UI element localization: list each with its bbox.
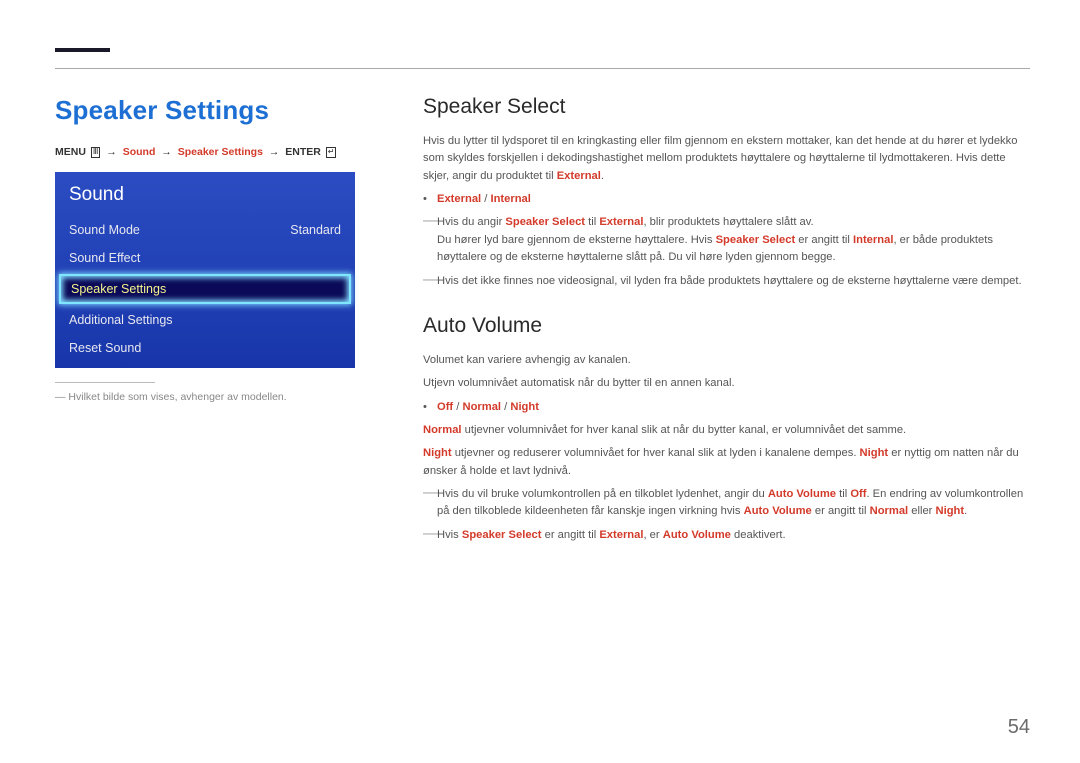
highlight: Night — [860, 447, 889, 459]
highlight: Off — [850, 488, 866, 500]
text: Hvis du angir — [437, 216, 505, 228]
text: utjevner volumnivået for hver kanal slik… — [462, 424, 907, 436]
osd-item-additional-settings[interactable]: Additional Settings — [55, 306, 355, 334]
text: er angitt til — [541, 529, 599, 541]
breadcrumb-speaker-settings: Speaker Settings — [178, 146, 263, 158]
option-normal: Normal — [462, 401, 501, 413]
highlight: Speaker Select — [462, 529, 542, 541]
highlight: Night — [936, 505, 965, 517]
footnote-dash: ― — [55, 391, 68, 403]
highlight: External — [599, 216, 643, 228]
page-title: Speaker Settings — [55, 95, 355, 126]
text: til — [585, 216, 599, 228]
osd-item-speaker-settings[interactable]: Speaker Settings — [59, 274, 351, 304]
highlight: Auto Volume — [744, 505, 812, 517]
text: Du hører lyd bare gjennom de eksterne hø… — [437, 234, 716, 246]
dash-icon: ― — [423, 527, 437, 544]
bullet-icon: • — [423, 399, 437, 416]
text: , blir produktets høyttalere slått av. — [643, 216, 813, 228]
breadcrumb-sound: Sound — [123, 146, 156, 158]
text: , er — [643, 529, 662, 541]
text: er angitt til — [795, 234, 853, 246]
option-internal: Internal — [490, 193, 530, 205]
osd-item-sound-effect[interactable]: Sound Effect — [55, 244, 355, 272]
arrow-icon: → — [106, 146, 117, 158]
bullet-options: • Off / Normal / Night — [423, 399, 1030, 416]
breadcrumb-menu: MENU — [55, 146, 86, 158]
page-number: 54 — [1008, 716, 1030, 739]
highlight: Normal — [423, 424, 462, 436]
osd-item-reset-sound[interactable]: Reset Sound — [55, 334, 355, 362]
arrow-icon: → — [161, 146, 172, 158]
osd-item-label: Sound Mode — [69, 223, 140, 237]
dash-icon: ― — [423, 214, 437, 266]
osd-item-sound-mode[interactable]: Sound Mode Standard — [55, 216, 355, 244]
note-row: ― Hvis Speaker Select er angitt til Exte… — [423, 527, 1030, 544]
section-title-speaker-select: Speaker Select — [423, 95, 1030, 119]
text: utjevner og reduserer volumnivået for hv… — [452, 447, 860, 459]
text: Hvis du lytter til lydsporet til en krin… — [423, 135, 1017, 182]
note-row: ― Hvis det ikke finnes noe videosignal, … — [423, 273, 1030, 290]
note-row: ― Hvis du vil bruke volumkontrollen på e… — [423, 486, 1030, 521]
enter-icon: ↵ — [326, 147, 337, 158]
osd-title: Sound — [55, 184, 355, 216]
text: Hvis — [437, 529, 462, 541]
highlight: Internal — [853, 234, 893, 246]
arrow-icon: → — [269, 146, 280, 158]
highlight: Auto Volume — [663, 529, 731, 541]
section-title-auto-volume: Auto Volume — [423, 314, 1030, 338]
text: Hvis det ikke finnes noe videosignal, vi… — [437, 273, 1022, 290]
osd-item-value: Standard — [290, 223, 341, 237]
option-external: External — [437, 193, 481, 205]
dash-icon: ― — [423, 486, 437, 521]
paragraph: Hvis du lytter til lydsporet til en krin… — [423, 133, 1030, 185]
osd-item-label: Additional Settings — [69, 313, 173, 327]
option-night: Night — [510, 401, 539, 413]
text: til — [836, 488, 850, 500]
highlight: Auto Volume — [768, 488, 836, 500]
osd-item-label: Sound Effect — [69, 251, 140, 265]
option-off: Off — [437, 401, 453, 413]
osd-item-label: Speaker Settings — [71, 282, 166, 296]
text: Hvis du vil bruke volumkontrollen på en … — [437, 488, 768, 500]
highlight: Night — [423, 447, 452, 459]
highlight: External — [599, 529, 643, 541]
breadcrumb: MENU Ⅲ → Sound → Speaker Settings → ENTE… — [55, 146, 355, 158]
text: . — [964, 505, 967, 517]
osd-item-label: Reset Sound — [69, 341, 141, 355]
text: . — [601, 170, 604, 182]
highlight: External — [557, 170, 601, 182]
dash-icon: ― — [423, 273, 437, 290]
osd-panel: Sound Sound Mode Standard Sound Effect S… — [55, 172, 355, 368]
header-mark — [55, 48, 110, 52]
text: eller — [908, 505, 935, 517]
paragraph: Night utjevner og reduserer volumnivået … — [423, 445, 1030, 480]
highlight: Speaker Select — [716, 234, 796, 246]
separator: / — [501, 401, 510, 413]
footnote-text: Hvilket bilde som vises, avhenger av mod… — [68, 391, 286, 403]
paragraph: Utjevn volumnivået automatisk når du byt… — [423, 375, 1030, 392]
menu-icon: Ⅲ — [91, 147, 101, 158]
breadcrumb-enter: ENTER — [285, 146, 321, 158]
bullet-options: • External / Internal — [423, 191, 1030, 208]
paragraph: Volumet kan variere avhengig av kanalen. — [423, 352, 1030, 369]
bullet-icon: • — [423, 191, 437, 208]
footnote-divider — [55, 382, 155, 383]
header-rule — [55, 68, 1030, 69]
text: er angitt til — [812, 505, 870, 517]
highlight: Speaker Select — [505, 216, 585, 228]
note-row: ― Hvis du angir Speaker Select til Exter… — [423, 214, 1030, 266]
text: deaktivert. — [731, 529, 786, 541]
paragraph: Normal utjevner volumnivået for hver kan… — [423, 422, 1030, 439]
highlight: Normal — [870, 505, 909, 517]
